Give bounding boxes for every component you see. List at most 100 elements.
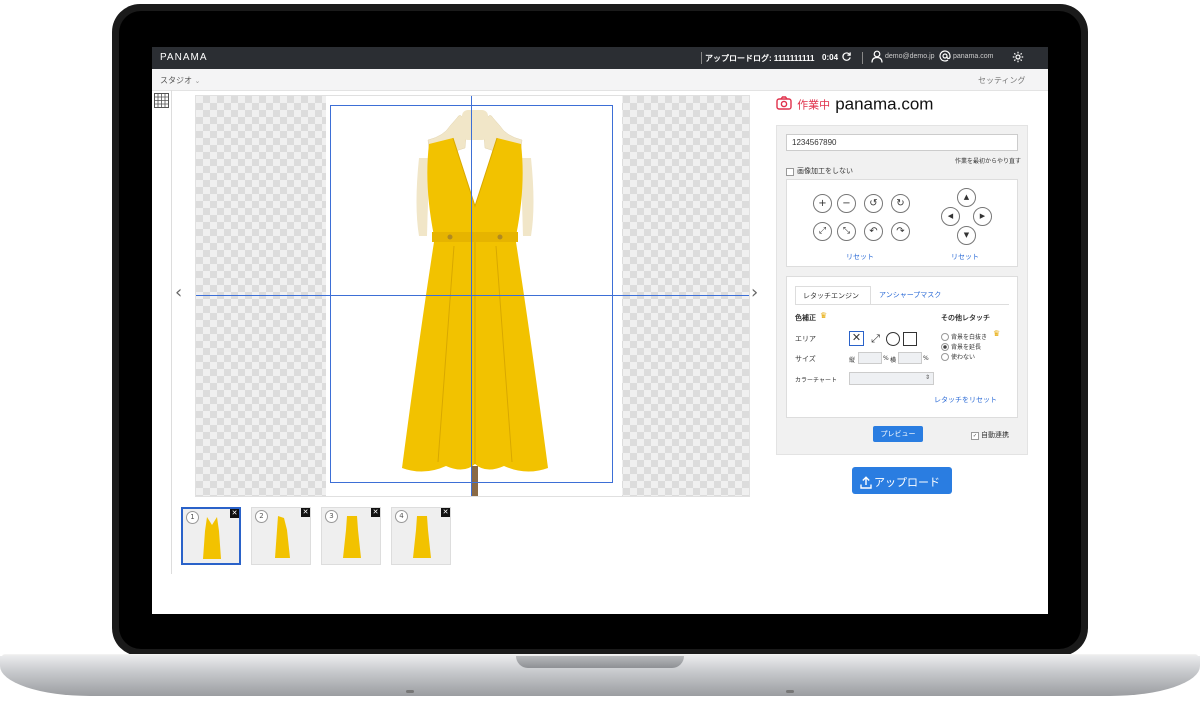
user-email[interactable]: demo@demo.jp [885, 53, 935, 60]
sku-input[interactable] [786, 134, 1018, 151]
sidebar-divider [171, 90, 172, 574]
area-expand-icon[interactable]: ⤢ [868, 331, 883, 346]
dress-thumbnail [413, 516, 431, 558]
bg-extend-radio[interactable] [941, 343, 949, 351]
rotate-left-fine-icon[interactable]: ↶ [864, 222, 883, 241]
area-ellipse-icon[interactable] [886, 332, 900, 346]
status-badge: 作業中 [797, 98, 831, 112]
size-pct-label: % [883, 355, 889, 362]
arrow-up-icon[interactable]: ▲ [957, 188, 976, 207]
upload-icon [860, 474, 872, 493]
upload-log[interactable]: アップロードログ: 1111111111 [705, 53, 814, 64]
sub-bar: スタジオ ⌄ セッティング [152, 69, 1048, 91]
color-chart-select[interactable]: ⇕ [849, 372, 934, 385]
zoom-in-icon[interactable]: + [813, 194, 832, 213]
rotate-right-icon[interactable]: ↻ [891, 194, 910, 213]
dress-thumbnail [343, 516, 361, 558]
crown-icon: ♛ [993, 329, 1001, 338]
close-icon[interactable]: ✕ [230, 509, 239, 518]
redo-link[interactable]: 作業を最初からやり直す [955, 156, 1021, 165]
size-width-label: 横 [890, 357, 897, 364]
thumbnail-item[interactable]: 2 ✕ [251, 507, 311, 565]
divider [862, 52, 863, 64]
thumbnail-item[interactable]: 1 ✕ [181, 507, 241, 565]
size-pct-label: % [923, 355, 929, 362]
bg-none-radio[interactable] [941, 353, 949, 361]
domain-label: panama.com [953, 53, 994, 60]
user-icon [871, 50, 883, 65]
area-rect-icon[interactable] [903, 332, 917, 346]
tab-unsharp-mask[interactable]: アンシャープマスク [879, 290, 941, 300]
next-image-arrow-icon[interactable]: › [751, 282, 758, 303]
vertical-guide[interactable] [471, 96, 472, 496]
tab-retouch-engine[interactable]: レタッチエンジン [795, 286, 871, 304]
reset-retouch-link[interactable]: レタッチをリセット [934, 395, 997, 405]
area-none-icon[interactable]: ✕ [849, 331, 864, 346]
transform-reset-link[interactable]: リセット [846, 252, 874, 262]
color-correction-heading: 色補正 [795, 314, 816, 322]
size-height-input[interactable] [858, 352, 882, 364]
shrink-icon[interactable]: ⤡ [837, 222, 856, 241]
arrow-left-icon[interactable]: ◀ [941, 207, 960, 226]
rotate-right-fine-icon[interactable]: ↷ [891, 222, 910, 241]
size-height-label: 縦 [849, 357, 856, 364]
laptop-foot [786, 690, 794, 693]
camera-icon [776, 95, 792, 114]
preview-button[interactable]: プレビュー [873, 426, 923, 442]
top-bar: PANAMA アップロードログ: 1111111111 0:04 demo@de… [152, 47, 1048, 69]
tab-retouch-label: レタッチエンジン [803, 292, 859, 300]
size-label: サイズ [795, 355, 816, 363]
dress-thumbnail [203, 517, 221, 559]
gear-icon[interactable] [1012, 51, 1024, 65]
zoom-out-icon[interactable]: − [837, 194, 856, 213]
auto-link-checkbox[interactable]: ✓ [971, 432, 979, 440]
tab-divider [795, 304, 1009, 305]
chevron-down-icon: ⌄ [194, 77, 201, 85]
image-canvas[interactable] [195, 95, 750, 497]
no-process-checkbox[interactable] [786, 168, 794, 176]
laptop-foot [406, 690, 414, 693]
upload-button[interactable]: アップロード [852, 467, 952, 494]
retouch-settings: レタッチエンジン アンシャープマスク 色補正 ♛ その他レタッチ エリア ✕ ⤢… [786, 276, 1018, 418]
thumbnail-number: 2 [255, 510, 268, 523]
refresh-icon[interactable] [841, 51, 852, 64]
close-icon[interactable]: ✕ [441, 508, 450, 517]
grid-icon[interactable] [154, 93, 169, 112]
thumbnail-item[interactable]: 4 ✕ [391, 507, 451, 565]
auto-link-label: 自動連携 [981, 431, 1009, 439]
timer: 0:04 [822, 53, 839, 62]
color-chart-label: カラーチャート [795, 377, 837, 384]
prev-image-arrow-icon[interactable]: ‹ [175, 282, 182, 303]
expand-icon[interactable]: ⤢ [813, 222, 832, 241]
bg-white-radio[interactable] [941, 333, 949, 341]
edit-panel: 作業を最初からやり直す 画像加工をしない + − ↺ ↻ ⤢ ⤡ ↶ ↷ リセッ… [776, 125, 1028, 455]
arrow-down-icon[interactable]: ▼ [957, 226, 976, 245]
thumbnail-item[interactable]: 3 ✕ [321, 507, 381, 565]
no-process-label: 画像加工をしない [797, 167, 853, 175]
divider [701, 52, 702, 64]
bg-extend-label: 背景を延長 [951, 344, 982, 351]
dress-thumbnail [275, 516, 290, 558]
brand-logo[interactable]: PANAMA [160, 52, 208, 63]
at-icon [939, 50, 951, 64]
thumbnail-number: 4 [395, 510, 408, 523]
close-icon[interactable]: ✕ [301, 508, 310, 517]
studio-dropdown[interactable]: スタジオ ⌄ [160, 75, 200, 86]
laptop-notch [516, 656, 684, 668]
panel-header: 作業中 panama.com [776, 94, 933, 115]
rotate-left-icon[interactable]: ↺ [864, 194, 883, 213]
crown-icon: ♛ [820, 311, 828, 320]
bg-none-label: 使わない [951, 354, 976, 361]
site-title: panama.com [835, 94, 934, 114]
horizontal-guide[interactable] [196, 295, 749, 296]
bg-white-label: 背景を白抜き [951, 334, 988, 341]
app-screen: PANAMA アップロードログ: 1111111111 0:04 demo@de… [152, 47, 1048, 614]
position-reset-link[interactable]: リセット [951, 252, 979, 262]
arrow-right-icon[interactable]: ▶ [973, 207, 992, 226]
thumbnail-number: 3 [325, 510, 338, 523]
other-retouch-heading: その他レタッチ [941, 314, 990, 322]
close-icon[interactable]: ✕ [371, 508, 380, 517]
transform-controls: + − ↺ ↻ ⤢ ⤡ ↶ ↷ リセット ▲ ◀ ▶ ▼ リセット [786, 179, 1018, 267]
settings-link[interactable]: セッティング [978, 75, 1026, 86]
size-width-input[interactable] [898, 352, 922, 364]
